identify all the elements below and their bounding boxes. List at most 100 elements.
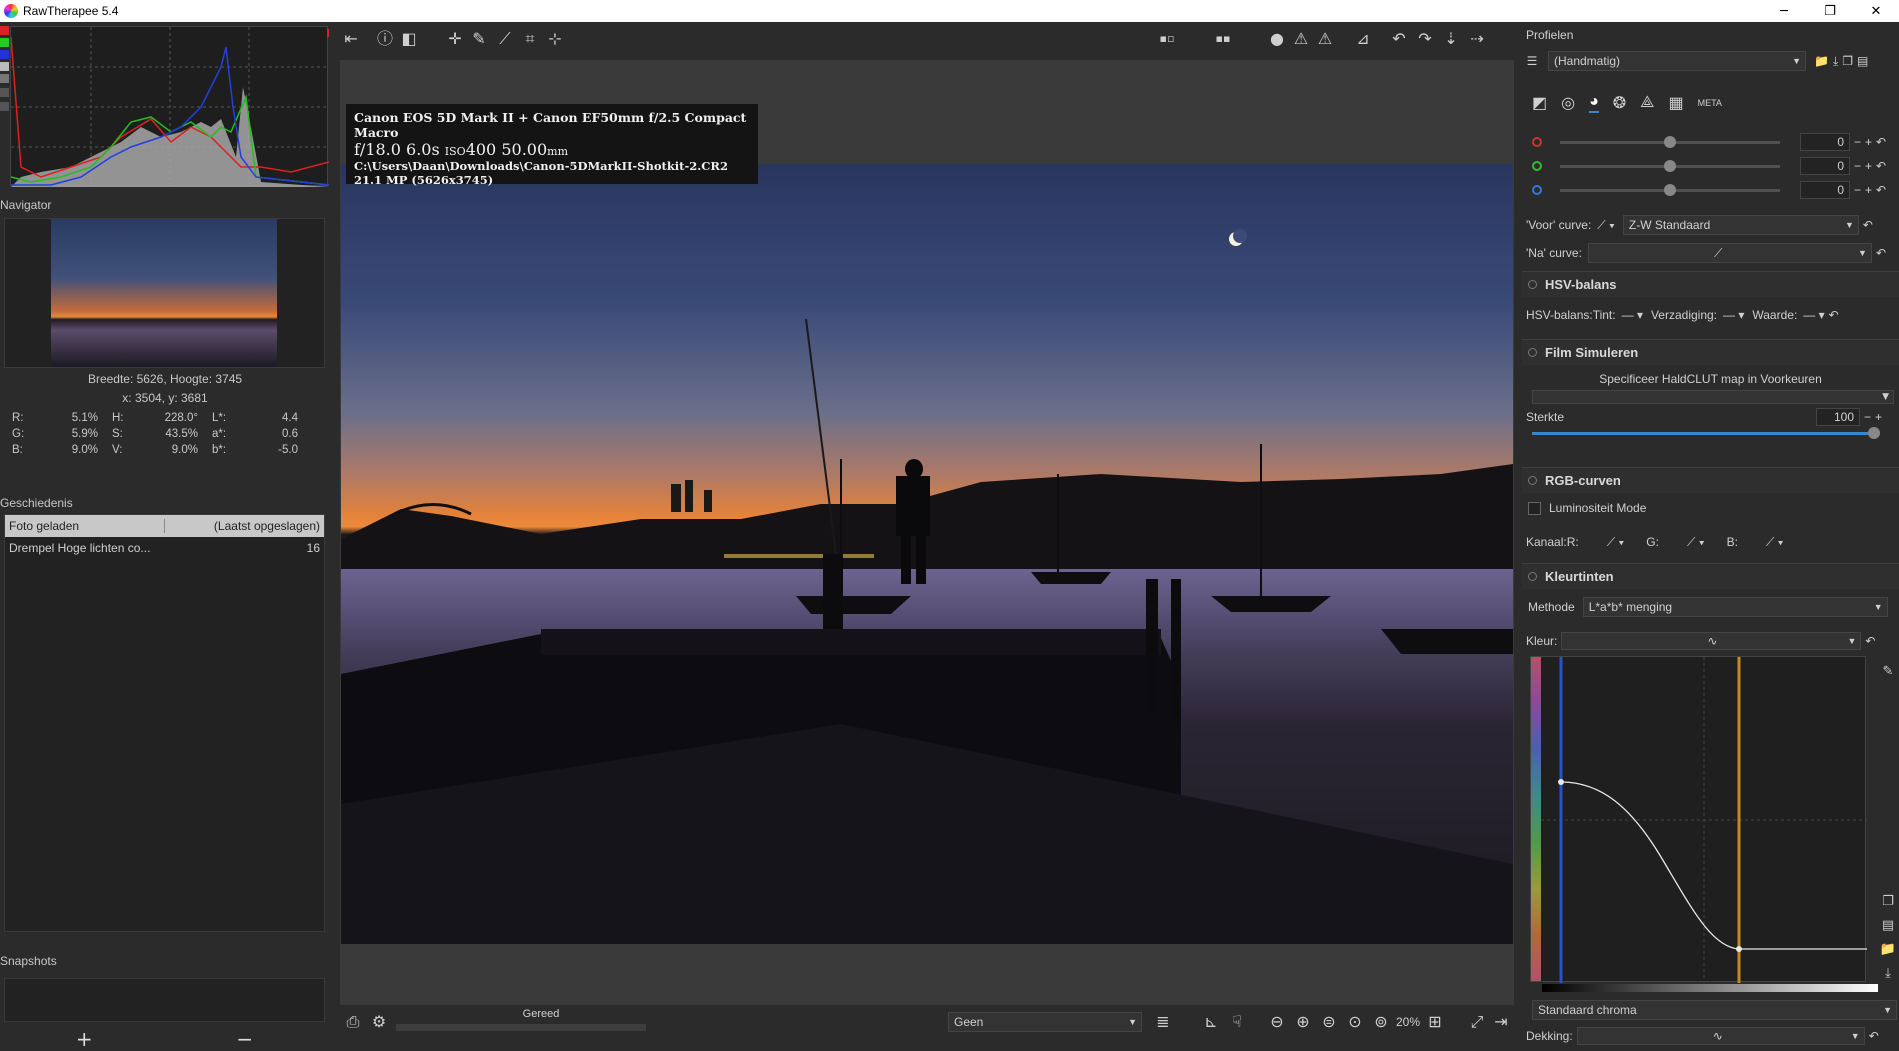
green-plus-icon[interactable]: + [1865,159,1872,173]
straighten-icon[interactable]: ⟋ [494,28,516,50]
fullscreen-icon[interactable]: ⤢ [1466,1011,1488,1033]
zoom-out-icon[interactable]: ⊖ [1266,1011,1288,1033]
history-header[interactable]: Foto geladen (Laatst opgeslagen) [5,515,324,537]
kleur-reset-icon[interactable]: ↶ [1865,634,1875,648]
tab-transform-icon[interactable]: ⟁ [1640,94,1654,112]
flip-vertical-icon[interactable]: ⇣ [1440,28,1462,50]
spot-removal-icon[interactable]: ⊹ [544,28,566,50]
sterkte-slider[interactable] [1532,427,1880,439]
maximize-button[interactable]: ❐ [1807,0,1853,22]
navigator-thumbnail[interactable] [51,219,277,367]
rotate-right-icon[interactable]: ↷ [1414,28,1436,50]
crop-icon[interactable]: ⌗ [519,28,541,50]
save-profile-icon[interactable]: ⤓ [1833,54,1838,69]
color-toning-curve-editor[interactable] [1530,656,1867,983]
add-snapshot-button[interactable]: + [4,1028,165,1050]
minimize-button[interactable]: ─ [1761,0,1807,22]
blue-reset-icon[interactable]: ↶ [1876,183,1886,197]
enable-toggle-icon[interactable] [1528,348,1537,357]
open-curve-icon[interactable]: 📁 [1879,942,1897,960]
histogram-chroma-toggle[interactable] [0,74,9,83]
tab-raw-icon[interactable]: ▦ [1668,93,1683,113]
hide-right-panel-icon[interactable]: ⇥ [1490,1011,1512,1033]
red-value[interactable]: 0 [1800,133,1850,151]
voor-curve-select[interactable]: Z-W Standaard ▼ [1622,215,1859,235]
saturation-curve-button[interactable]: — ▾ [1723,308,1744,322]
copy-profile-icon[interactable]: ❐ [1842,54,1853,68]
red-slider[interactable] [1560,135,1780,148]
histogram-bar-toggle[interactable] [0,102,9,111]
queue-icon[interactable]: ⚙ [368,1011,390,1033]
na-curve-select[interactable]: ⟋ ▼ [1587,243,1872,263]
tab-details-icon[interactable]: ◎ [1561,93,1575,113]
save-icon[interactable]: ⎙ [342,1011,364,1033]
shadow-clip-warning-icon[interactable]: ⚠ [1290,28,1312,50]
paste-curve-icon[interactable]: ▤ [1879,918,1897,936]
image-canvas[interactable]: Canon EOS 5D Mark II + Canon EF50mm f/2.… [340,60,1514,1005]
r-curve-button[interactable]: ⟋ ▾ [1607,535,1625,550]
dekking-curve-select[interactable]: ∿ ▼ [1576,1027,1865,1045]
histogram-luminance-toggle[interactable] [0,62,9,71]
highlight-clip-warning-icon[interactable]: ⚠ [1314,28,1336,50]
tab-advanced-icon[interactable]: ❂ [1613,93,1626,113]
zoom-in-icon[interactable]: ⊕ [1292,1011,1314,1033]
preview-image[interactable] [341,164,1513,944]
voor-curve-type-button[interactable]: ⟋ ▾ [1597,218,1615,233]
film-section-header[interactable]: Film Simuleren [1522,339,1899,365]
histogram-toggle-icon[interactable]: ⊿ [1352,28,1374,50]
profile-select[interactable]: (Handmatig) ▼ [1548,51,1806,71]
voor-curve-reset-icon[interactable]: ↶ [1863,218,1873,232]
hide-left-panel-icon[interactable]: ⇤ [340,28,362,50]
dekking-reset-icon[interactable]: ↶ [1869,1029,1879,1043]
g-curve-button[interactable]: ⟋ ▾ [1687,535,1705,550]
zoom-fit-icon[interactable]: ⊙ [1344,1011,1366,1033]
sterkte-slider-knob[interactable] [1868,427,1880,439]
green-minus-icon[interactable]: − [1854,159,1861,173]
blue-plus-icon[interactable]: + [1865,183,1872,197]
hand-tool-icon[interactable]: ✛ [444,28,466,50]
kleur-curve-select[interactable]: ∿ ▼ [1561,632,1862,650]
navigator-panel[interactable] [4,218,325,368]
green-slider[interactable] [1560,159,1780,172]
tab-color-icon[interactable]: ◕ [1589,93,1599,113]
enable-toggle-icon[interactable] [1528,280,1537,289]
history-row[interactable]: Drempel Hoge lichten co... 16 [5,537,324,559]
red-plus-icon[interactable]: + [1865,135,1872,149]
sterkte-plus-icon[interactable]: + [1875,410,1882,424]
zoom-fill-icon[interactable]: ⊚ [1370,1011,1392,1033]
histogram-raw-toggle[interactable] [0,88,9,97]
green-reset-icon[interactable]: ↶ [1876,159,1886,173]
hsv-section-header[interactable]: HSV-balans [1522,271,1899,297]
blue-value[interactable]: 0 [1800,181,1850,199]
histogram-blue-toggle[interactable] [0,50,9,59]
kleurtinten-section-header[interactable]: Kleurtinten [1522,563,1899,589]
info-icon[interactable]: ⓘ [374,28,396,50]
tab-meta[interactable]: META [1698,98,1722,108]
picker-icon[interactable]: ✎ [1879,664,1897,682]
blue-minus-icon[interactable]: − [1854,183,1861,197]
remove-snapshot-button[interactable]: − [165,1028,326,1050]
zoom-100-icon[interactable]: ⊜ [1318,1011,1340,1033]
white-balance-picker-icon[interactable]: ✎ [468,28,490,50]
chroma-select[interactable]: Standaard chroma ▼ [1532,1000,1897,1020]
lum-mode-checkbox[interactable] [1528,501,1541,515]
enable-toggle-icon[interactable] [1528,572,1537,581]
flip-horizontal-icon[interactable]: ⇢ [1466,28,1488,50]
save-curve-icon[interactable]: ⤓ [1879,966,1897,984]
film-select[interactable]: ▼ [1532,390,1894,404]
methode-select[interactable]: L*a*b* menging ▼ [1582,597,1888,617]
focus-mask-icon[interactable]: ▪▪ [1212,28,1234,50]
hand-icon[interactable]: ☟ [1226,1011,1248,1033]
toning-curve-graph[interactable] [1531,657,1867,983]
focus-icon[interactable]: ≣ [1152,1011,1174,1033]
green-value[interactable]: 0 [1800,157,1850,175]
enable-toggle-icon[interactable] [1528,476,1537,485]
value-curve-button[interactable]: — ▾ [1803,308,1824,322]
tab-exposure-icon[interactable]: ◩ [1532,93,1547,113]
histogram-green-toggle[interactable] [0,38,9,47]
blue-slider-knob[interactable] [1664,183,1676,196]
before-after-icon[interactable]: ◧ [398,28,420,50]
close-button[interactable]: ✕ [1853,0,1899,22]
paste-profile-icon[interactable]: ▤ [1857,54,1868,68]
tint-curve-button[interactable]: — ▾ [1622,308,1643,322]
